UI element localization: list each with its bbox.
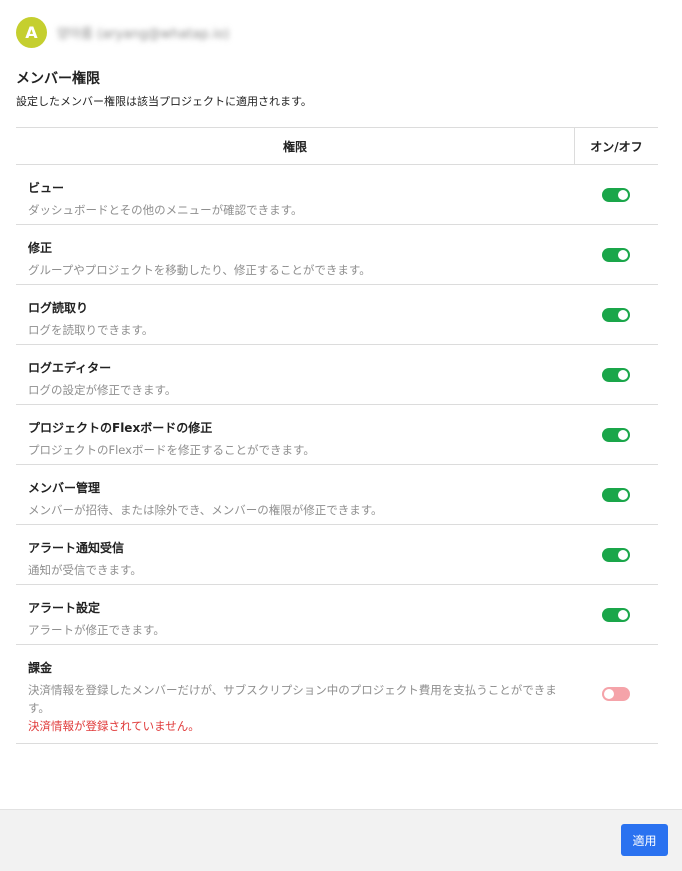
section-description: 設定したメンバー権限は該当プロジェクトに適用されます。 — [16, 95, 312, 108]
permission-title: アラート設定 — [28, 601, 101, 615]
toggle-knob — [618, 610, 628, 620]
alert-receive-toggle[interactable] — [602, 548, 630, 562]
table-header: 権限 オン/オフ — [16, 127, 658, 165]
edit-toggle[interactable] — [602, 248, 630, 262]
toggle-knob — [618, 190, 628, 200]
view-toggle[interactable] — [602, 188, 630, 202]
permission-title: ビュー — [28, 181, 65, 195]
member-management-toggle[interactable] — [602, 488, 630, 502]
permission-description: メンバーが招待、または除外でき、メンバーの権限が修正できます。 — [28, 503, 383, 517]
user-header: A 양아름 (aryang@whatap.io) — [16, 16, 229, 48]
user-name: 양아름 (aryang@whatap.io) — [57, 26, 230, 42]
permission-title: メンバー管理 — [28, 481, 101, 495]
permission-description: 通知が受信できます。 — [28, 563, 142, 577]
permission-row-member-management: メンバー管理 メンバーが招待、または除外でき、メンバーの権限が修正できます。 — [16, 465, 658, 525]
permission-column-header: 権限 — [16, 128, 575, 164]
permission-title: プロジェクトのFlexボードの修正 — [28, 421, 213, 435]
toggle-knob — [618, 550, 628, 560]
permission-row-edit: 修正 グループやプロジェクトを移動したり、修正することができます。 — [16, 225, 658, 285]
footer: 適用 — [0, 809, 682, 871]
permission-row-alert-settings: アラート設定 アラートが修正できます。 — [16, 585, 658, 645]
permissions-table: 権限 オン/オフ ビュー ダッシュボードとその他のメニューが確認できます。 修正… — [16, 127, 658, 744]
billing-warning: 決済情報が登録されていません。 — [28, 719, 200, 733]
avatar: A — [16, 16, 47, 48]
apply-button[interactable]: 適用 — [621, 824, 668, 856]
flexboard-toggle[interactable] — [602, 428, 630, 442]
permission-title: ログエディター — [28, 361, 112, 375]
alert-settings-toggle[interactable] — [602, 608, 630, 622]
permission-row-alert-receive: アラート通知受信 通知が受信できます。 — [16, 525, 658, 585]
permission-description: ログを読取りできます。 — [28, 323, 154, 337]
permission-row-billing: 課金 決済情報を登録したメンバーだけが、サブスクリプション中のプロジェクト費用を… — [16, 645, 658, 744]
permission-description: 決済情報を登録したメンバーだけが、サブスクリプション中のプロジェクト費用を支払う… — [28, 683, 557, 715]
permission-description: グループやプロジェクトを移動したり、修正することができます。 — [28, 263, 371, 277]
permission-row-flexboard: プロジェクトのFlexボードの修正 プロジェクトのFlexボードを修正することが… — [16, 405, 658, 465]
permission-title: 修正 — [28, 241, 53, 255]
permission-description: ダッシュボードとその他のメニューが確認できます。 — [28, 203, 303, 217]
permission-description: ログの設定が修正できます。 — [28, 383, 177, 397]
toggle-knob — [618, 430, 628, 440]
toggle-knob — [618, 370, 628, 380]
permission-row-log-read: ログ読取り ログを読取りできます。 — [16, 285, 658, 345]
toggle-knob — [618, 310, 628, 320]
permission-description: アラートが修正できます。 — [28, 623, 165, 637]
permission-row-log-editor: ログエディター ログの設定が修正できます。 — [16, 345, 658, 405]
section-title: メンバー権限 — [16, 71, 100, 87]
log-editor-toggle[interactable] — [602, 368, 630, 382]
log-read-toggle[interactable] — [602, 308, 630, 322]
toggle-knob — [618, 490, 628, 500]
permission-title: 課金 — [28, 661, 53, 675]
permission-description: プロジェクトのFlexボードを修正することができます。 — [28, 443, 315, 457]
permission-title: アラート通知受信 — [28, 541, 125, 555]
billing-toggle[interactable] — [602, 687, 630, 701]
permission-row-view: ビュー ダッシュボードとその他のメニューが確認できます。 — [16, 165, 658, 225]
permission-title: ログ読取り — [28, 301, 89, 315]
toggle-column-header: オン/オフ — [590, 139, 643, 154]
toggle-knob — [618, 250, 628, 260]
toggle-knob — [604, 689, 614, 699]
